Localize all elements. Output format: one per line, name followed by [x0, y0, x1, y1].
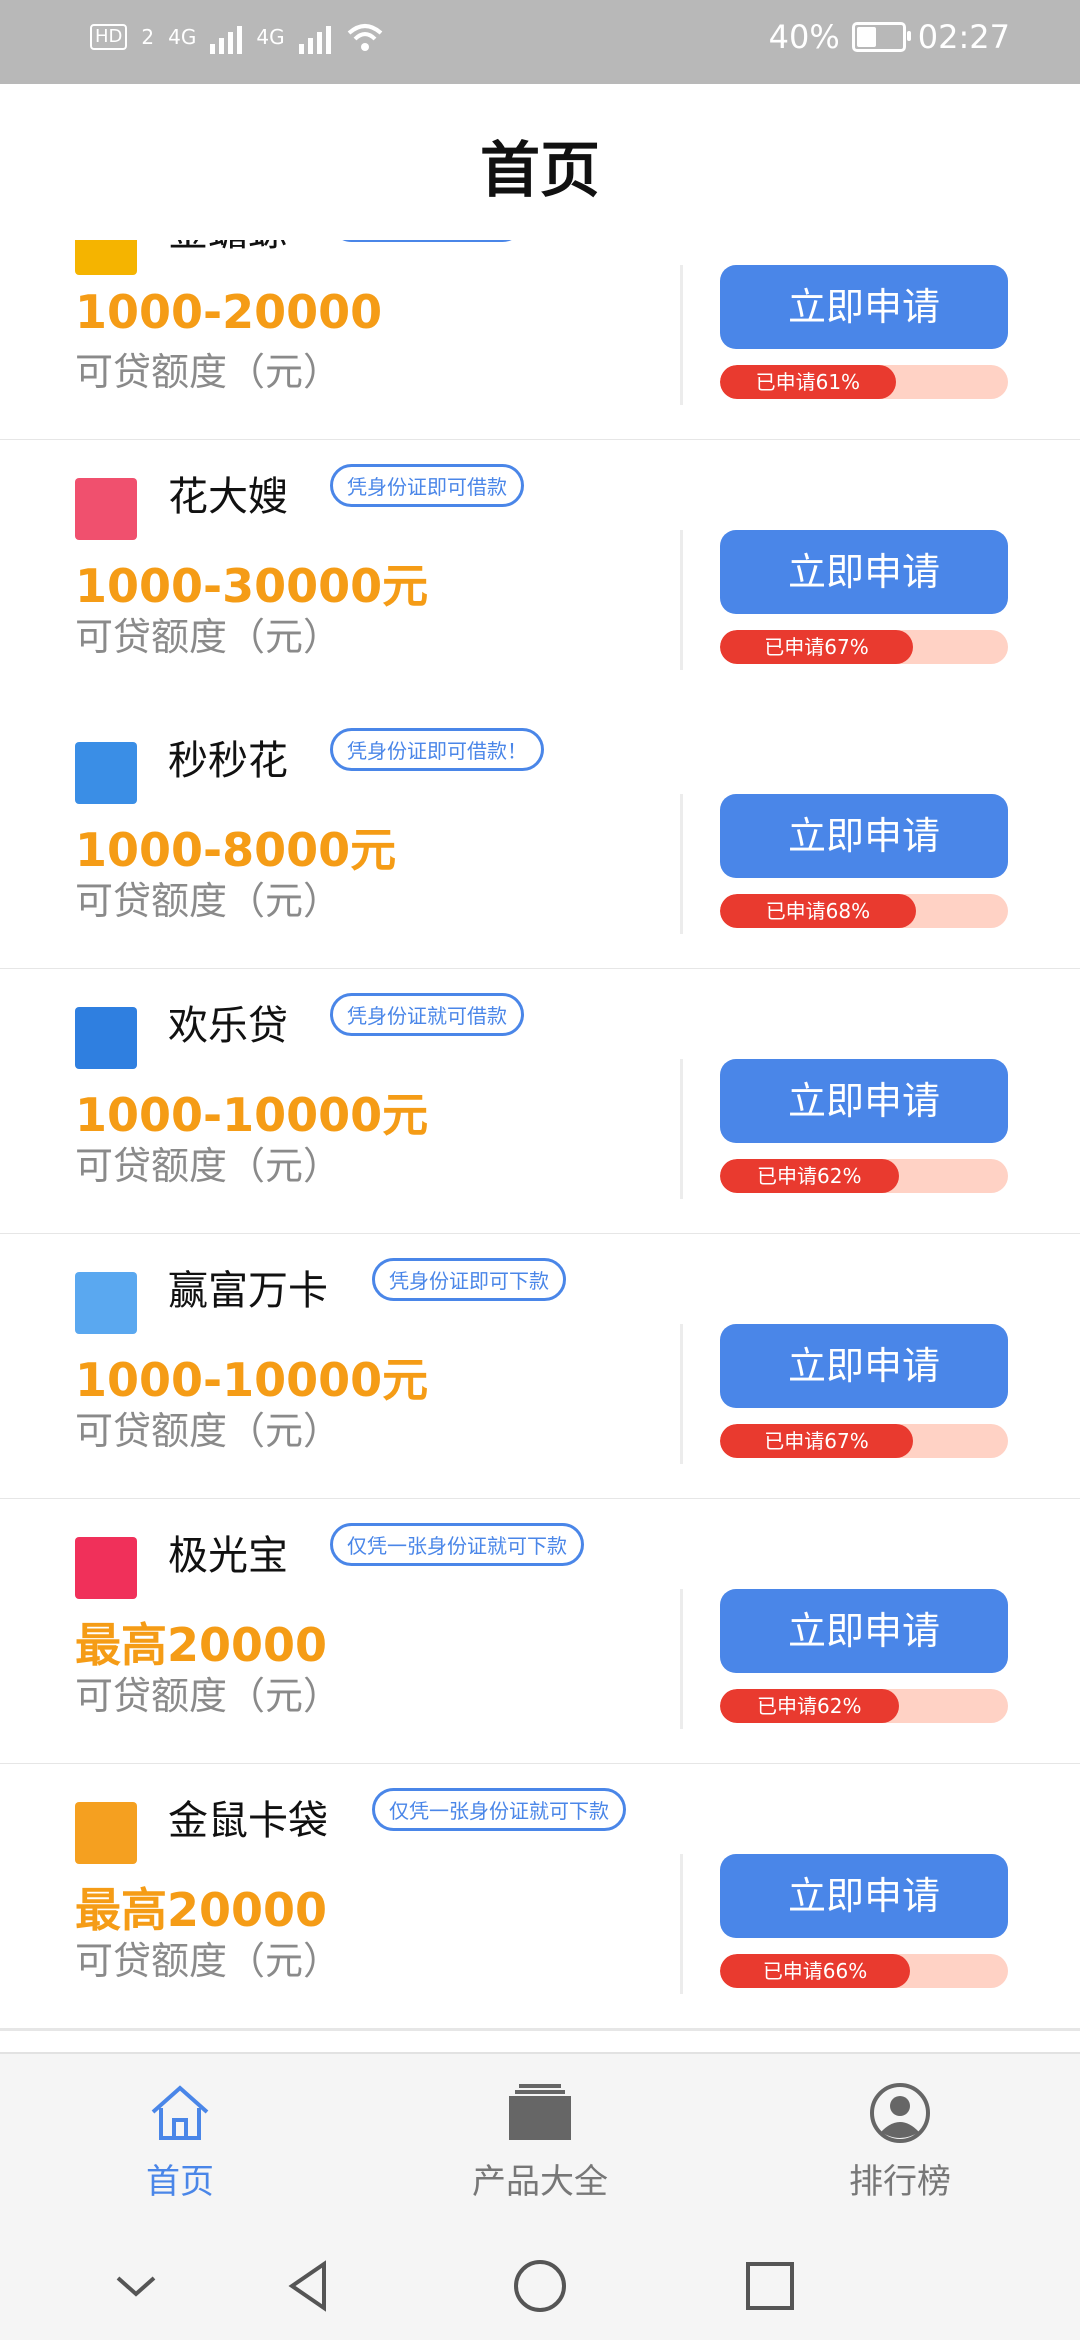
divider — [680, 1324, 683, 1464]
apply-progress-label: 已申请66% — [720, 1954, 911, 1988]
loan-amount-label: 可贷额度（元） — [75, 879, 342, 923]
apply-progress-label: 已申请62% — [720, 1159, 899, 1193]
nav-tab-home[interactable]: 首页 — [60, 2082, 300, 2203]
apply-button[interactable]: 立即申请 — [720, 1589, 1008, 1673]
signal-icon — [298, 20, 331, 54]
loan-amount-label: 可贷额度（元） — [75, 615, 342, 659]
apply-progress-label: 已申请61% — [720, 365, 896, 399]
product-card[interactable]: 花大嫂 凭身份证即可借款 1000-30000元 可贷额度（元） 立即申请 已申… — [0, 440, 1080, 707]
apply-button[interactable]: 立即申请 — [720, 1854, 1008, 1938]
product-card[interactable]: 金蟾蜍 凭身份证即可借款 1000-20000 可贷额度（元） 立即申请 已申请… — [0, 240, 1080, 442]
wifi-icon — [347, 24, 382, 51]
requirement-tag: 仅凭一张身份证就可下款 — [372, 1788, 626, 1831]
apply-button[interactable]: 立即申请 — [720, 1059, 1008, 1143]
network-type-2: 4G — [256, 25, 285, 49]
nav-tab-ranking[interactable]: 排行榜 — [780, 2082, 1020, 2203]
requirement-tag: 凭身份证即可借款 — [330, 464, 524, 507]
app-header: 首页 — [0, 84, 1080, 240]
product-name: 金鼠卡袋 — [168, 1798, 328, 1844]
dolphin-logo-icon — [75, 1007, 137, 1069]
apply-progress-label: 已申请67% — [720, 630, 913, 664]
nav-label-ranking: 排行榜 — [849, 2162, 951, 2202]
product-card[interactable]: 秒秒花 凭身份证即可借款！ 1000-8000元 可贷额度（元） 立即申请 已申… — [0, 704, 1080, 971]
apply-progress-label: 已申请67% — [720, 1424, 913, 1458]
bottom-nav: 首页 产品大全 排行榜 — [0, 2052, 1080, 2214]
product-name: 金蟾蜍 — [168, 240, 288, 257]
sim-slot: 2 — [141, 25, 155, 49]
nav-label-products: 产品大全 — [472, 2162, 608, 2202]
loan-amount-label: 可贷额度（元） — [75, 1144, 342, 1188]
apply-progress-bar: 已申请67% — [720, 630, 1008, 664]
triangle-logo-icon — [75, 1537, 137, 1599]
battery-icon — [851, 22, 911, 52]
page-title: 首页 — [480, 136, 600, 206]
divider — [680, 1854, 683, 1994]
apply-button[interactable]: 立即申请 — [720, 794, 1008, 878]
divider — [680, 1589, 683, 1729]
product-name: 秒秒花 — [168, 738, 288, 784]
stopwatch-logo-icon — [75, 742, 137, 804]
product-name: 花大嫂 — [168, 474, 288, 520]
card-logo-icon — [75, 1272, 137, 1334]
apply-progress-bar: 已申请66% — [720, 1954, 1008, 1988]
user-icon — [870, 2083, 930, 2143]
apply-progress-label: 已申请68% — [720, 894, 916, 928]
hd-badge: HD — [90, 24, 128, 50]
requirement-tag: 凭身份证即可下款 — [372, 1258, 566, 1301]
battery-percent: 40% — [768, 18, 840, 56]
apply-progress-bar: 已申请68% — [720, 894, 1008, 928]
home-circle-icon[interactable] — [510, 2256, 570, 2316]
divider — [680, 1059, 683, 1199]
product-card[interactable]: 欢乐贷 凭身份证就可借款 1000-10000元 可贷额度（元） 立即申请 已申… — [0, 969, 1080, 1236]
nav-tab-products[interactable]: 产品大全 — [420, 2082, 660, 2203]
apply-progress-bar: 已申请62% — [720, 1689, 1008, 1723]
product-name: 赢富万卡 — [168, 1268, 328, 1314]
loan-amount-label: 可贷额度（元） — [75, 1674, 342, 1718]
product-name: 欢乐贷 — [168, 1003, 288, 1049]
mouse-logo-icon — [75, 1802, 137, 1864]
product-card[interactable]: 极光宝 仅凭一张身份证就可下款 最高20000 可贷额度（元） 立即申请 已申请… — [0, 1499, 1080, 1766]
signal-icon — [210, 20, 243, 54]
apply-progress-bar: 已申请61% — [720, 365, 1008, 399]
apply-button[interactable]: 立即申请 — [720, 265, 1008, 349]
toad-logo-icon — [75, 240, 137, 275]
recents-icon[interactable] — [740, 2256, 800, 2316]
apply-progress-label: 已申请62% — [720, 1689, 899, 1723]
nav-label-home: 首页 — [146, 2162, 214, 2202]
product-card[interactable]: 赢富万卡 凭身份证即可下款 1000-10000元 可贷额度（元） 立即申请 已… — [0, 1234, 1080, 1501]
chevron-down-icon[interactable] — [106, 2256, 166, 2316]
home-icon — [151, 2085, 209, 2140]
clock: 02:27 — [917, 18, 1010, 56]
apply-button[interactable]: 立即申请 — [720, 530, 1008, 614]
divider — [680, 265, 683, 405]
product-card[interactable]: 金鼠卡袋 仅凭一张身份证就可下款 最高20000 可贷额度（元） 立即申请 已申… — [0, 1764, 1080, 2031]
network-type-1: 4G — [168, 25, 197, 49]
flower-logo-icon — [75, 478, 137, 540]
divider — [680, 530, 683, 670]
product-name: 极光宝 — [168, 1533, 288, 1579]
product-list[interactable]: 金蟾蜍 凭身份证即可借款 1000-20000 可贷额度（元） 立即申请 已申请… — [0, 240, 1080, 2052]
loan-amount-label: 可贷额度（元） — [75, 350, 342, 394]
requirement-tag: 凭身份证就可借款 — [330, 993, 524, 1036]
back-icon[interactable] — [280, 2256, 340, 2316]
divider — [680, 794, 683, 934]
loan-amount-label: 可贷额度（元） — [75, 1409, 342, 1453]
requirement-tag: 仅凭一张身份证就可下款 — [330, 1523, 584, 1566]
status-bar: HD 2 4G 4G 40% 02:27 — [0, 0, 1080, 84]
loan-amount-label: 可贷额度（元） — [75, 1939, 342, 1983]
requirement-tag: 凭身份证即可借款 — [330, 240, 524, 242]
stack-icon — [509, 2084, 571, 2140]
system-nav-bar — [0, 2212, 1080, 2340]
status-indicators: HD 2 4G 4G — [90, 20, 385, 54]
status-right: 40% 02:27 — [769, 18, 1010, 56]
apply-progress-bar: 已申请62% — [720, 1159, 1008, 1193]
requirement-tag: 凭身份证即可借款！ — [330, 728, 544, 771]
loan-amount: 1000-20000 — [75, 285, 383, 339]
apply-button[interactable]: 立即申请 — [720, 1324, 1008, 1408]
apply-progress-bar: 已申请67% — [720, 1424, 1008, 1458]
